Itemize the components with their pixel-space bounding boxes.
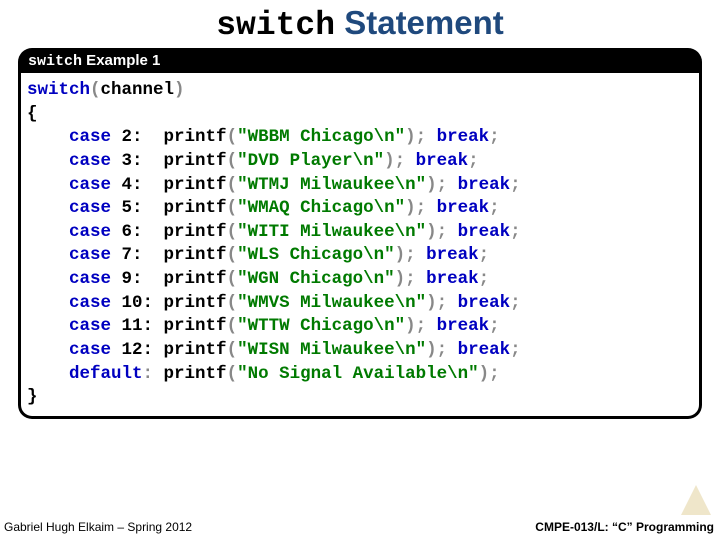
footer-right: CMPE-013/L: “C” Programming	[535, 520, 714, 534]
header-rest: Example 1	[82, 52, 160, 69]
code-box-body: switch(channel) { case 2: printf("WBBM C…	[18, 73, 702, 419]
slide-title: switch Statement	[0, 0, 720, 44]
code-box-header: switch Example 1	[18, 48, 702, 73]
title-code: switch	[216, 7, 335, 44]
title-plain: Statement	[335, 4, 504, 41]
code-block: switch(channel) { case 2: printf("WBBM C…	[21, 79, 699, 410]
footer-left: Gabriel Hugh Elkaim – Spring 2012	[4, 520, 192, 534]
header-mono: switch	[28, 53, 82, 70]
decorative-icon	[676, 480, 716, 520]
